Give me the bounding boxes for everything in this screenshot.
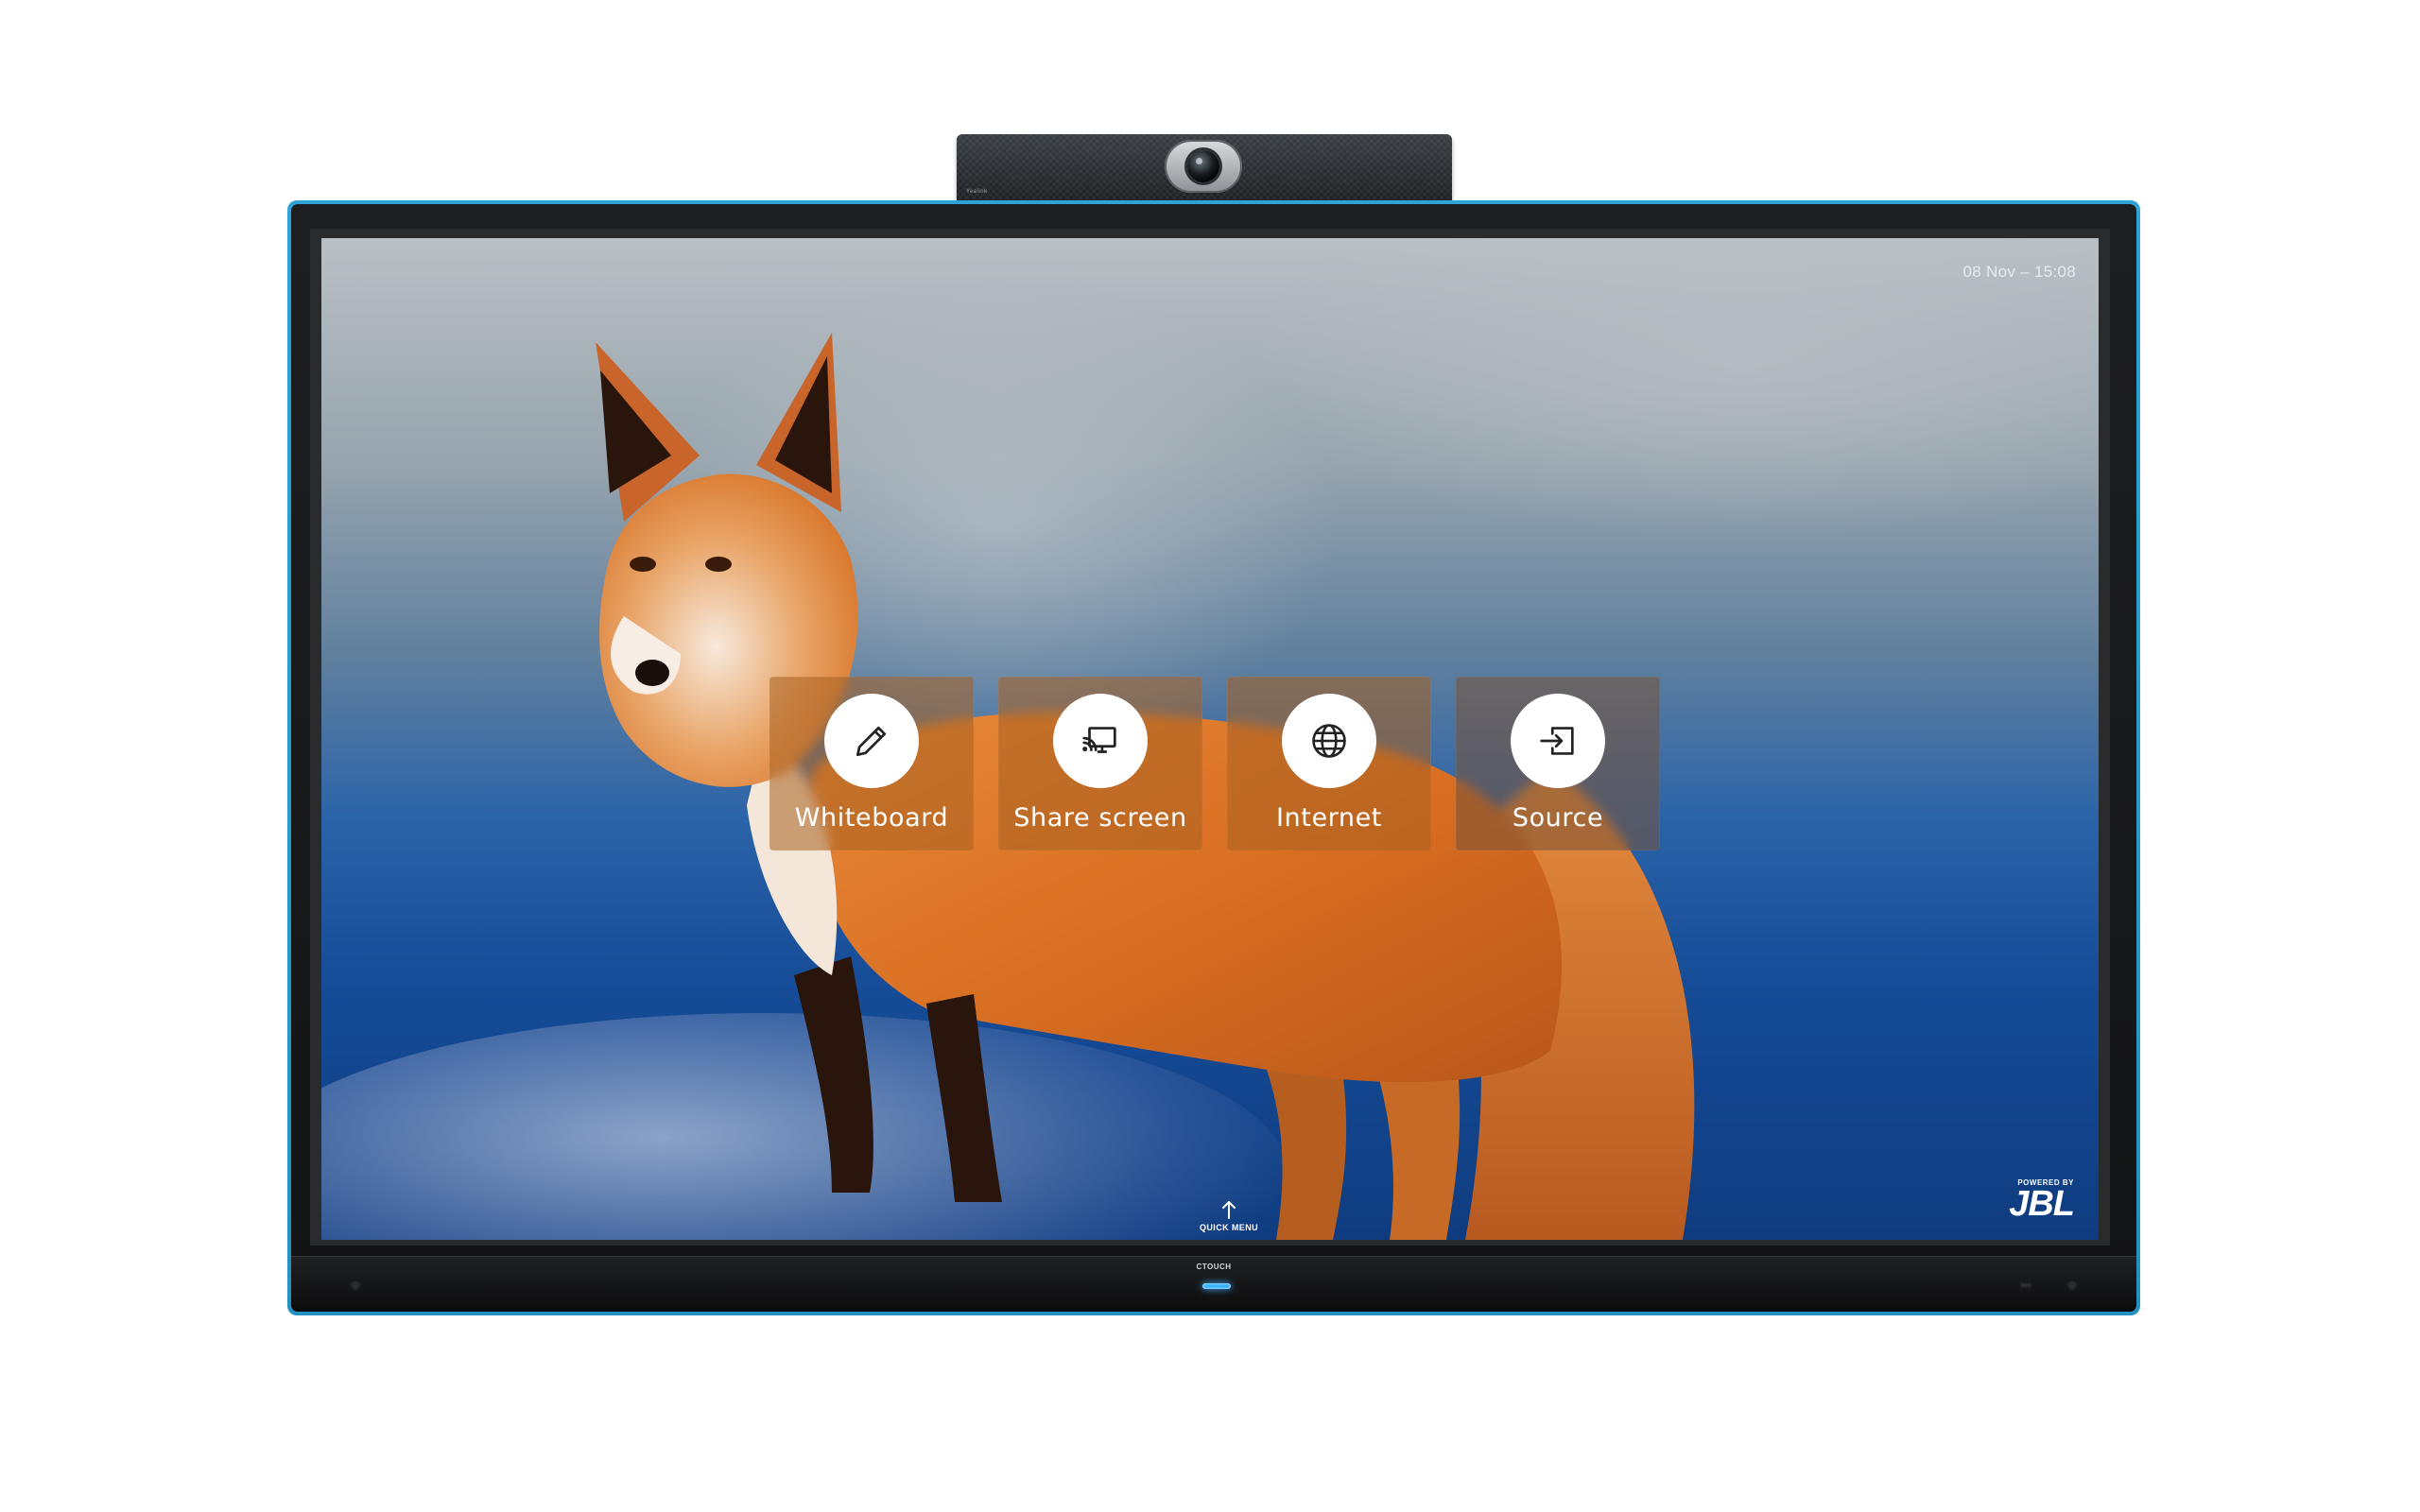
internet-tile[interactable]: Internet	[1227, 677, 1431, 850]
camera-lens-housing	[1165, 140, 1242, 193]
sensor-left-icon	[350, 1280, 361, 1291]
camera-brand: Yealink	[966, 189, 988, 195]
arrow-up-icon	[1222, 1201, 1236, 1219]
camera-bar: Yealink	[957, 134, 1452, 202]
camera-lens-icon	[1187, 150, 1219, 182]
stage: Yealink 08 Nov – 15:08 Whiteboard Share …	[0, 0, 2420, 1512]
power-led-indicator[interactable]	[1202, 1283, 1231, 1289]
jbl-badge: POWERED BY JBL	[2009, 1178, 2075, 1224]
source-label: Source	[1512, 803, 1604, 833]
source-tile[interactable]: Source	[1456, 677, 1660, 850]
cast-screen-icon	[1053, 694, 1148, 788]
quick-menu-label: QUICK MENU	[1200, 1223, 1258, 1232]
bottom-bezel: CTOUCH	[291, 1256, 2136, 1312]
ambient-sensor-icon	[2066, 1280, 2078, 1291]
jbl-logo: JBL	[2009, 1184, 2075, 1224]
app-tiles: Whiteboard Share screen Internet Source	[769, 677, 1660, 850]
whiteboard-label: Whiteboard	[794, 803, 949, 833]
home-screen: 08 Nov – 15:08 Whiteboard Share screen I…	[321, 238, 2099, 1240]
sensor-right-icon	[2019, 1281, 2032, 1289]
globe-icon	[1282, 694, 1376, 788]
display-frame: 08 Nov – 15:08 Whiteboard Share screen I…	[287, 200, 2140, 1315]
internet-label: Internet	[1275, 803, 1382, 833]
input-source-icon	[1511, 694, 1605, 788]
pencil-icon	[824, 694, 919, 788]
quick-menu-button[interactable]: QUICK MENU	[1191, 1198, 1267, 1232]
share-screen-tile[interactable]: Share screen	[998, 677, 1202, 850]
ctouch-brand: CTOUCH	[1196, 1263, 1232, 1271]
share-screen-label: Share screen	[1013, 803, 1187, 833]
date-time-display: 08 Nov – 15:08	[1962, 263, 2076, 281]
whiteboard-tile[interactable]: Whiteboard	[769, 677, 974, 850]
